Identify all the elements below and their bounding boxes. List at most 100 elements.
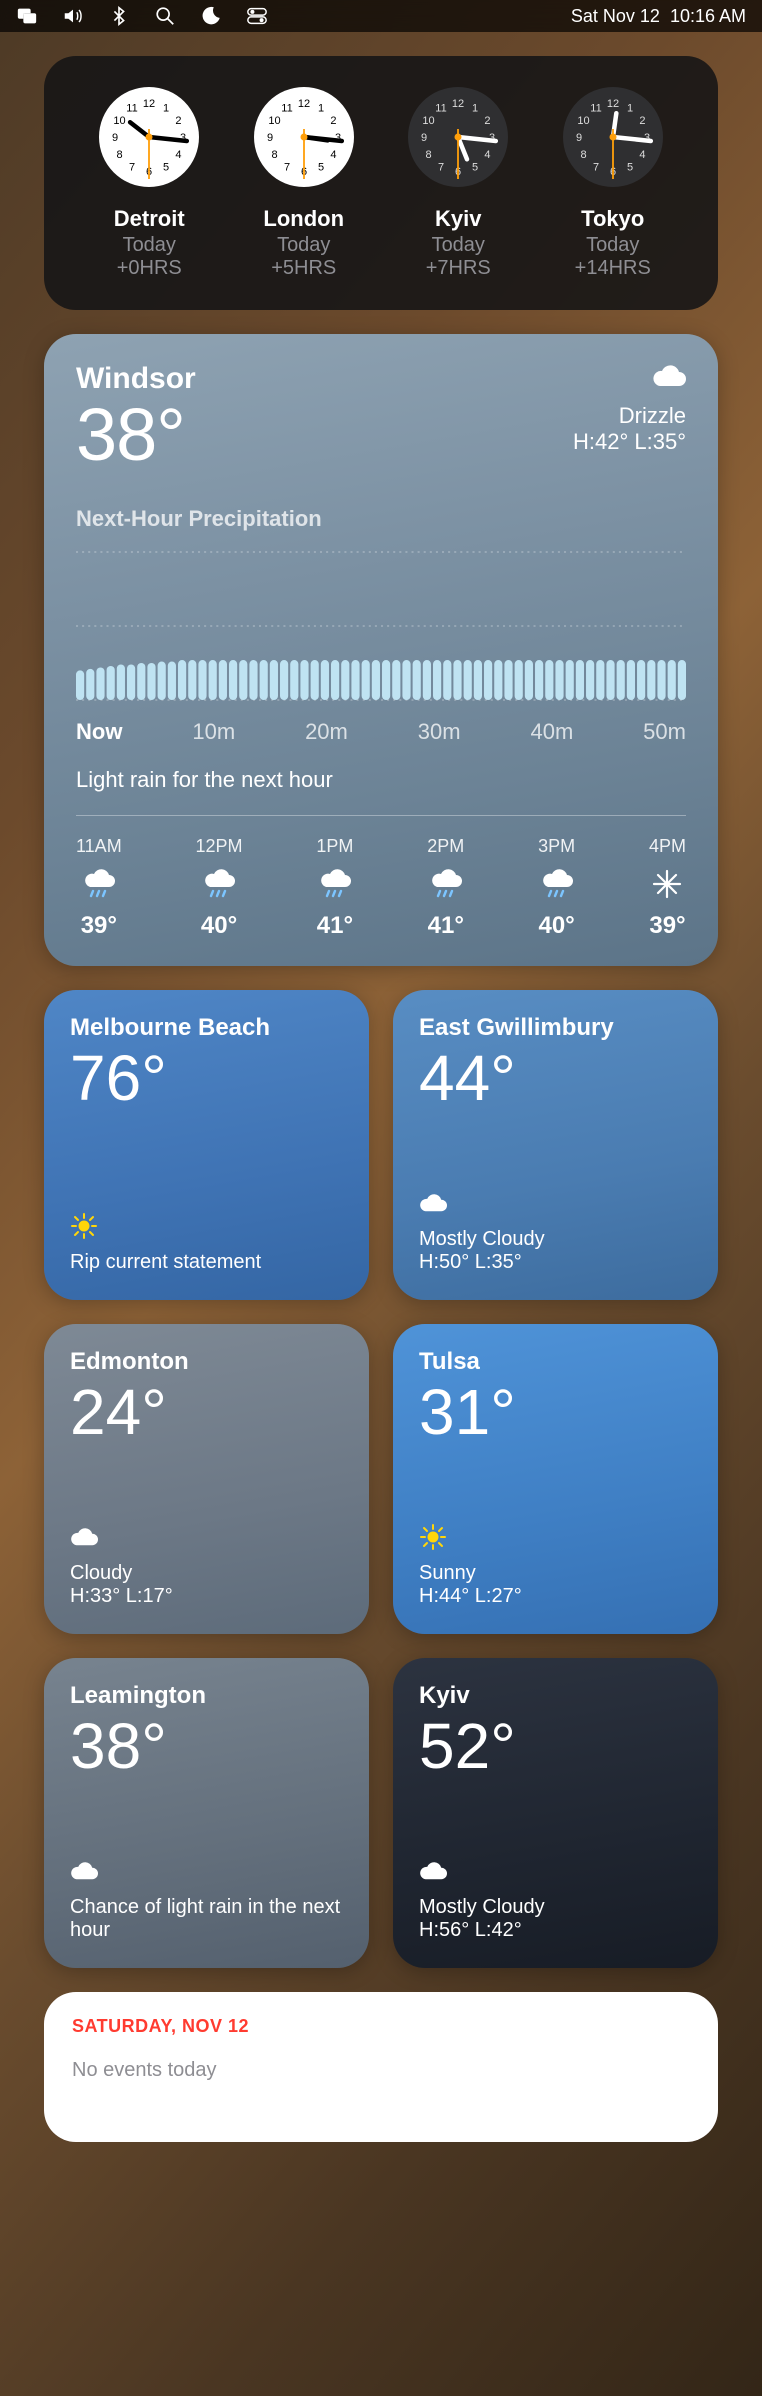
hour-time: 11AM	[76, 836, 122, 857]
card-hilo: H:44° L:27°	[419, 1585, 692, 1608]
svg-text:9: 9	[267, 132, 273, 144]
svg-text:12: 12	[298, 98, 310, 110]
rain-icon	[538, 867, 575, 906]
svg-text:10: 10	[423, 115, 435, 127]
svg-text:10: 10	[114, 115, 126, 127]
card-temp: 52°	[419, 1714, 692, 1778]
clock-offset: +0HRS	[72, 257, 227, 280]
card-hilo: H:56° L:42°	[419, 1919, 692, 1942]
card-condition: Cloudy	[70, 1562, 343, 1585]
sunny-icon	[70, 1212, 343, 1245]
svg-text:5: 5	[472, 161, 478, 173]
forecast-hour: 2PM 41°	[427, 836, 464, 940]
weather-card-tulsa[interactable]: Tulsa 31° Sunny H:44° L:27°	[393, 1324, 718, 1634]
clock-city: London	[227, 206, 382, 232]
hour-time: 1PM	[316, 836, 353, 857]
hour-temp: 39°	[76, 912, 122, 940]
hour-temp: 40°	[196, 912, 243, 940]
svg-text:11: 11	[590, 103, 601, 115]
hour-time: 4PM	[649, 836, 686, 857]
weather-card-east-gwillimbury[interactable]: East Gwillimbury 44° Mostly Cloudy H:50°…	[393, 990, 718, 1300]
cloud-icon	[70, 1857, 343, 1890]
svg-text:2: 2	[330, 115, 336, 127]
svg-text:1: 1	[627, 103, 633, 115]
hourly-forecast: 11AM 39°12PM 40°1PM 41°2PM 41°3PM 40°4PM…	[76, 836, 686, 940]
card-condition: Chance of light rain in the next hour	[70, 1896, 343, 1942]
svg-text:7: 7	[438, 161, 444, 173]
svg-text:5: 5	[318, 161, 324, 173]
svg-text:9: 9	[421, 132, 427, 144]
world-clock-widget[interactable]: 121234567891011 DetroitToday+0HRS 121234…	[44, 56, 718, 310]
rain-icon	[76, 867, 122, 906]
card-hilo: H:33° L:17°	[70, 1585, 343, 1608]
weather-city: Windsor	[76, 362, 196, 396]
do-not-disturb-icon[interactable]	[200, 5, 222, 27]
svg-text:4: 4	[176, 149, 182, 161]
forecast-hour: 1PM 41°	[316, 836, 353, 940]
clock-offset: +7HRS	[381, 257, 536, 280]
svg-text:2: 2	[176, 115, 182, 127]
svg-text:1: 1	[163, 103, 169, 115]
svg-text:9: 9	[576, 132, 582, 144]
sunny-icon	[419, 1523, 692, 1556]
svg-text:2: 2	[485, 115, 491, 127]
control-center-icon[interactable]	[246, 5, 268, 27]
svg-text:4: 4	[639, 149, 645, 161]
card-city: Edmonton	[70, 1348, 343, 1376]
svg-text:8: 8	[426, 149, 432, 161]
card-condition: Sunny	[419, 1562, 692, 1585]
weather-temp: 38°	[76, 398, 196, 472]
hour-time: 3PM	[538, 836, 575, 857]
svg-text:7: 7	[284, 161, 290, 173]
mission-control-icon[interactable]	[16, 5, 38, 27]
clock-offset: +14HRS	[536, 257, 691, 280]
svg-text:10: 10	[268, 115, 280, 127]
volume-icon[interactable]	[62, 5, 84, 27]
clock-day: Today	[72, 234, 227, 257]
snow-icon	[649, 867, 686, 906]
clock-city: Detroit	[72, 206, 227, 232]
svg-text:12: 12	[452, 98, 464, 110]
svg-text:8: 8	[271, 149, 277, 161]
rain-icon	[427, 867, 464, 906]
calendar-widget[interactable]: SATURDAY, NOV 12 No events today	[44, 1992, 718, 2142]
hour-temp: 39°	[649, 912, 686, 940]
svg-text:10: 10	[577, 115, 589, 127]
card-hilo: H:50° L:35°	[419, 1251, 692, 1274]
clock-city: Tokyo	[536, 206, 691, 232]
clock-city: Kyiv	[381, 206, 536, 232]
weather-widget-main[interactable]: Windsor 38° Drizzle H:42° L:35° Next-Hou…	[44, 334, 718, 966]
search-icon[interactable]	[154, 5, 176, 27]
axis-label: Now	[76, 719, 122, 745]
weather-condition: Drizzle	[573, 403, 686, 429]
card-temp: 76°	[70, 1046, 343, 1110]
weather-card-melbourne-beach[interactable]: Melbourne Beach 76° Rip current statemen…	[44, 990, 369, 1300]
axis-label: 50m	[643, 719, 686, 745]
precip-note: Light rain for the next hour	[76, 767, 686, 793]
bluetooth-icon[interactable]	[108, 5, 130, 27]
hour-time: 2PM	[427, 836, 464, 857]
weather-card-leamington[interactable]: Leamington 38° Chance of light rain in t…	[44, 1658, 369, 1968]
svg-text:2: 2	[639, 115, 645, 127]
card-city: Tulsa	[419, 1348, 692, 1376]
clock-day: Today	[536, 234, 691, 257]
forecast-hour: 3PM 40°	[538, 836, 575, 940]
svg-text:7: 7	[129, 161, 135, 173]
clock-offset: +5HRS	[227, 257, 382, 280]
weather-card-edmonton[interactable]: Edmonton 24° Cloudy H:33° L:17°	[44, 1324, 369, 1634]
svg-text:4: 4	[330, 149, 336, 161]
menubar-clock[interactable]: Sat Nov 12 10:16 AM	[571, 6, 746, 27]
svg-text:5: 5	[627, 161, 633, 173]
rain-icon	[316, 867, 353, 906]
calendar-empty: No events today	[72, 2059, 690, 2082]
precipitation-axis: Now10m20m30m40m50m	[76, 719, 686, 745]
svg-text:5: 5	[163, 161, 169, 173]
svg-text:8: 8	[117, 149, 123, 161]
card-condition: Rip current statement	[70, 1251, 343, 1274]
precip-section-title: Next-Hour Precipitation	[76, 506, 686, 532]
svg-text:7: 7	[593, 161, 599, 173]
weather-card-kyiv[interactable]: Kyiv 52° Mostly Cloudy H:56° L:42°	[393, 1658, 718, 1968]
rain-icon	[196, 867, 243, 906]
card-temp: 38°	[70, 1714, 343, 1778]
world-clock-tokyo: 121234567891011 TokyoToday+14HRS	[536, 82, 691, 280]
